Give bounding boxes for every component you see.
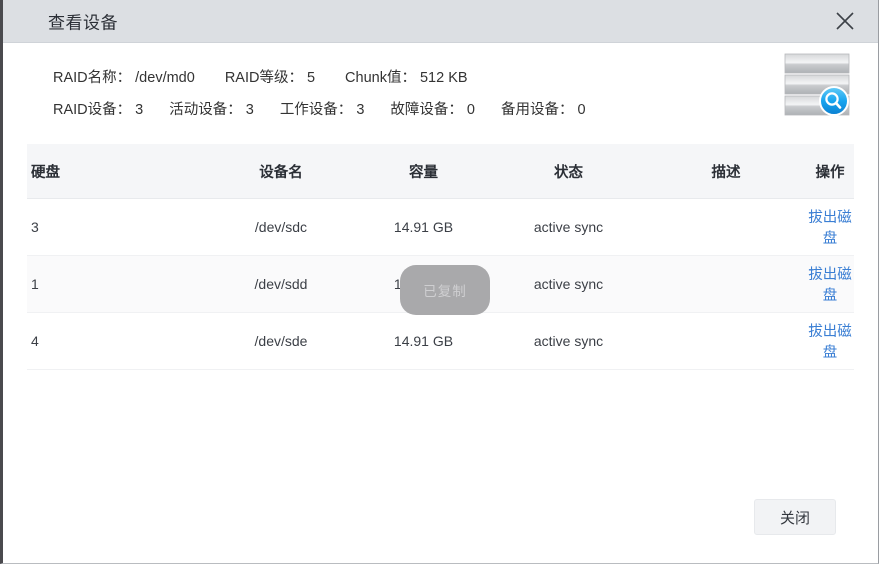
active-devices-item: 活动设备： 3 xyxy=(169,98,254,119)
dialog-title: 查看设备 xyxy=(48,9,118,34)
raid-name-label: RAID名称： xyxy=(53,66,131,87)
cell-disk: 1 xyxy=(27,256,206,313)
spare-devices-value: 0 xyxy=(577,102,585,118)
table-header-row: 硬盘 设备名 容量 状态 描述 操作 xyxy=(27,144,854,199)
raid-name-item: RAID名称： /dev/md0 xyxy=(53,66,195,87)
cell-disk: 4 xyxy=(27,313,206,370)
spare-devices-label: 备用设备： xyxy=(501,98,574,119)
raid-devices-label: RAID设备： xyxy=(53,98,131,119)
table-row[interactable]: 4 /dev/sde 14.91 GB active sync 拔出磁盘 xyxy=(27,313,854,370)
table-row[interactable]: 3 /dev/sdc 14.91 GB active sync 拔出磁盘 xyxy=(27,199,854,256)
chunk-size-item: Chunk值： 512 KB xyxy=(345,66,468,87)
cell-action: 拔出磁盘 xyxy=(806,313,854,370)
column-header-description: 描述 xyxy=(646,144,806,199)
working-devices-item: 工作设备： 3 xyxy=(280,98,365,119)
working-devices-label: 工作设备： xyxy=(280,98,353,119)
spare-devices-item: 备用设备： 0 xyxy=(501,98,586,119)
devices-table: 硬盘 设备名 容量 状态 描述 操作 3 /dev/sdc 14.91 GB a… xyxy=(27,144,854,370)
cell-device: /dev/sdc xyxy=(206,199,356,256)
cell-state: active sync xyxy=(491,313,646,370)
cell-capacity: 14.91 GB xyxy=(356,256,491,313)
raid-level-item: RAID等级： 5 xyxy=(225,66,315,87)
cell-state: active sync xyxy=(491,256,646,313)
cell-capacity: 14.91 GB xyxy=(356,313,491,370)
cell-description xyxy=(646,313,806,370)
close-dialog-button[interactable]: 关闭 xyxy=(754,499,836,535)
eject-disk-link[interactable]: 拔出磁盘 xyxy=(808,267,852,304)
devices-table-wrapper: 硬盘 设备名 容量 状态 描述 操作 3 /dev/sdc 14.91 GB a… xyxy=(27,144,854,370)
column-header-device: 设备名 xyxy=(206,144,356,199)
column-header-state: 状态 xyxy=(491,144,646,199)
devices-table-head: 硬盘 设备名 容量 状态 描述 操作 xyxy=(27,144,854,199)
active-devices-label: 活动设备： xyxy=(169,98,242,119)
view-devices-dialog: 查看设备 RAID名称： /dev/md0 RAID等级： 5 Chunk值： … xyxy=(0,0,879,564)
raid-info-row-secondary: RAID设备： 3 活动设备： 3 工作设备： 3 故障设备： 0 备用设备： … xyxy=(3,92,878,124)
close-icon[interactable] xyxy=(830,6,860,36)
cell-disk: 3 xyxy=(27,199,206,256)
dialog-footer: 关闭 xyxy=(3,497,878,537)
chunk-size-value: 512 KB xyxy=(420,70,468,86)
raid-devices-value: 3 xyxy=(135,102,143,118)
cell-action: 拔出磁盘 xyxy=(806,199,854,256)
raid-level-value: 5 xyxy=(307,70,315,86)
raid-info-panel: RAID名称： /dev/md0 RAID等级： 5 Chunk值： 512 K… xyxy=(3,43,878,136)
failed-devices-label: 故障设备： xyxy=(390,98,463,119)
dialog-titlebar: 查看设备 xyxy=(3,0,878,43)
raid-devices-item: RAID设备： 3 xyxy=(53,98,143,119)
chunk-size-label: Chunk值： xyxy=(345,66,416,87)
working-devices-value: 3 xyxy=(356,102,364,118)
cell-state: active sync xyxy=(491,199,646,256)
disk-search-icon xyxy=(784,53,850,117)
raid-level-label: RAID等级： xyxy=(225,66,303,87)
failed-devices-item: 故障设备： 0 xyxy=(390,98,475,119)
eject-disk-link[interactable]: 拔出磁盘 xyxy=(808,210,852,247)
raid-name-value: /dev/md0 xyxy=(135,70,195,86)
cell-device: /dev/sde xyxy=(206,313,356,370)
column-header-capacity: 容量 xyxy=(356,144,491,199)
eject-disk-link[interactable]: 拔出磁盘 xyxy=(808,324,852,361)
raid-info-row-primary: RAID名称： /dev/md0 RAID等级： 5 Chunk值： 512 K… xyxy=(3,60,878,92)
cell-action: 拔出磁盘 xyxy=(806,256,854,313)
cell-description xyxy=(646,199,806,256)
column-header-action: 操作 xyxy=(806,144,854,199)
cell-description xyxy=(646,256,806,313)
failed-devices-value: 0 xyxy=(467,102,475,118)
active-devices-value: 3 xyxy=(246,102,254,118)
cell-capacity: 14.91 GB xyxy=(356,199,491,256)
devices-table-body: 3 /dev/sdc 14.91 GB active sync 拔出磁盘 1 /… xyxy=(27,199,854,370)
column-header-disk: 硬盘 xyxy=(27,144,206,199)
table-row[interactable]: 1 /dev/sdd 14.91 GB active sync 拔出磁盘 xyxy=(27,256,854,313)
cell-device: /dev/sdd xyxy=(206,256,356,313)
